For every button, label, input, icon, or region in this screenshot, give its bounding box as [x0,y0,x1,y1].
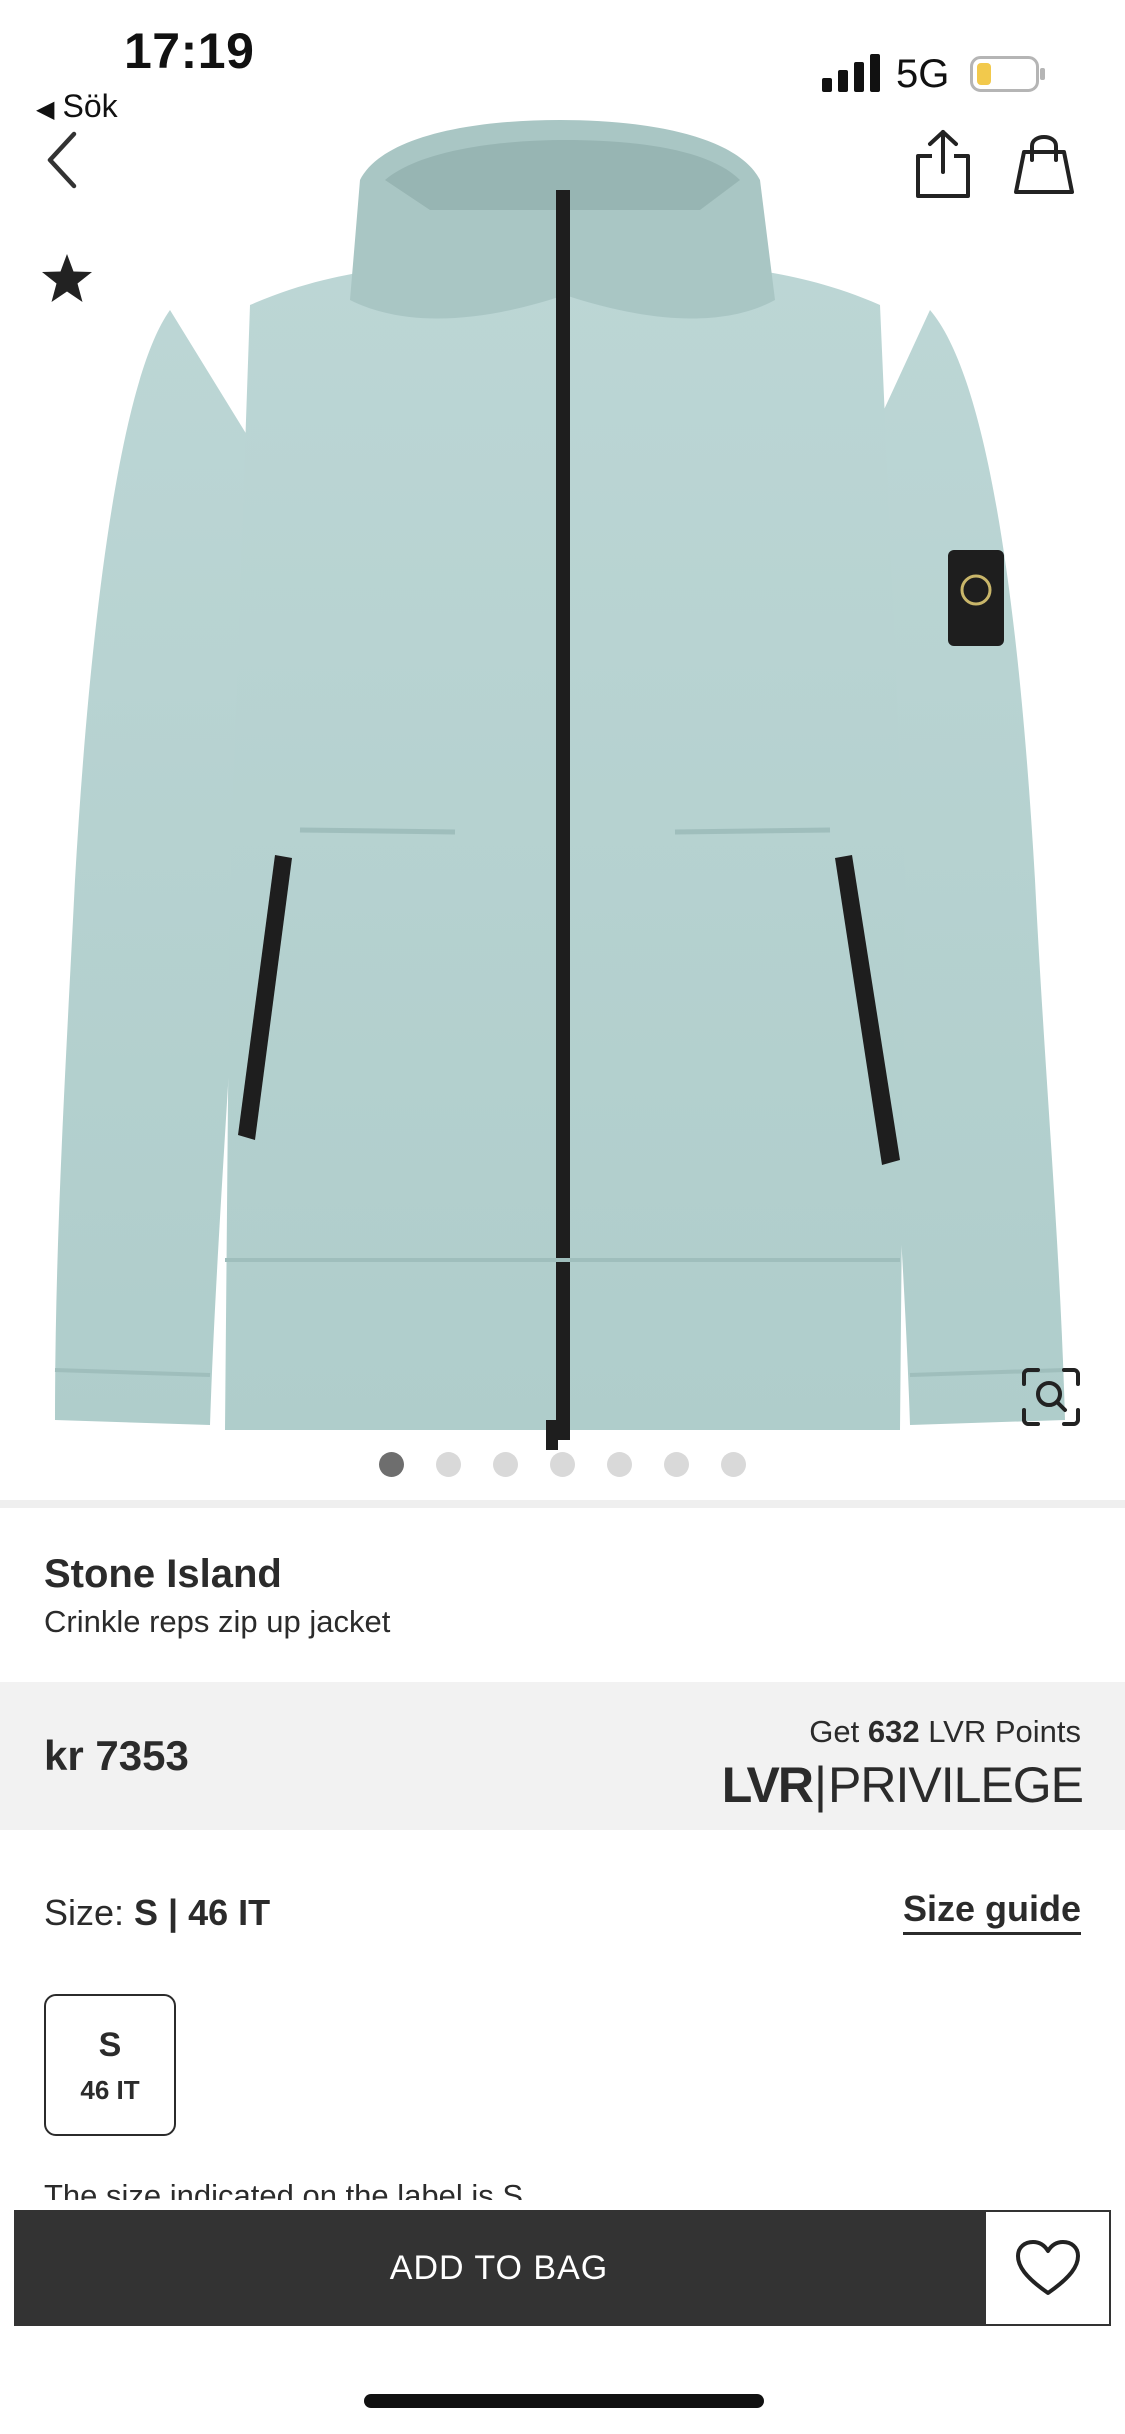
size-option[interactable]: S 46 IT [44,1994,176,2136]
points-value: 632 [867,1714,920,1749]
carousel-dot[interactable] [663,1452,689,1477]
product-brand[interactable]: Stone Island [44,1552,282,1597]
carousel-dot[interactable] [549,1452,575,1477]
carousel-dot[interactable] [606,1452,632,1477]
carousel-dot[interactable] [492,1452,518,1477]
chevron-left-icon [47,131,77,189]
status-time: 17:19 [124,23,255,79]
signal-bars-icon [822,54,880,92]
add-to-bag-button[interactable]: ADD TO BAG [14,2210,984,2326]
lvr-points-text: Get 632 LVR Points [809,1714,1081,1750]
product-name: Crinkle reps zip up jacket [44,1604,391,1639]
size-label: Size: [44,1892,135,1933]
product-image[interactable] [0,120,1125,1450]
carousel-dot[interactable] [378,1452,404,1477]
search-zoom-icon [1022,1368,1080,1426]
heart-icon [1015,2240,1080,2295]
size-option-alt: 46 IT [80,2075,140,2105]
zoom-button[interactable] [1020,1366,1082,1428]
carousel-dot[interactable] [435,1452,461,1477]
size-selection-label: Size: S | 46 IT [44,1892,270,1934]
network-type: 5G [896,52,950,96]
section-divider [0,1500,1125,1508]
product-price: kr 7353 [44,1732,189,1779]
lvr-privilege-logo[interactable]: LVR|PRIVILEGE [721,1756,1084,1814]
size-label-note: The size indicated on the label is S [44,2178,524,2200]
bottom-action-bar: ADD TO BAG [14,2210,1111,2326]
carousel-dots[interactable] [0,1452,1125,1477]
home-indicator[interactable] [364,2394,764,2408]
status-bar: 17:19 ◀ Sök 5G [0,0,1125,130]
star-icon [42,254,92,302]
selected-size: S | 46 IT [134,1892,271,1933]
back-app-label: Sök [62,88,118,124]
share-button[interactable] [912,128,974,200]
share-icon [916,130,970,198]
points-prefix: Get [809,1714,868,1749]
logo-privilege: PRIVILEGE [828,1757,1084,1813]
size-guide-link[interactable]: Size guide [902,1888,1081,1935]
back-to-app-link[interactable]: ◀ Sök [36,88,118,125]
back-triangle-icon: ◀ [36,96,55,123]
wishlist-button[interactable] [984,2210,1111,2326]
back-button[interactable] [40,128,92,192]
shopping-bag-button[interactable] [1012,130,1076,196]
logo-separator: | [814,1757,827,1813]
shopping-bag-icon [1014,135,1074,194]
size-option-label: S [98,2026,122,2064]
logo-lvr: LVR [721,1757,814,1813]
points-suffix: LVR Points [919,1714,1081,1749]
favorite-star-button[interactable] [40,252,94,306]
carousel-dot[interactable] [720,1452,746,1477]
price-band: kr 7353 Get 632 LVR Points LVR|PRIVILEGE [0,1682,1125,1830]
battery-low-icon [970,56,1045,92]
